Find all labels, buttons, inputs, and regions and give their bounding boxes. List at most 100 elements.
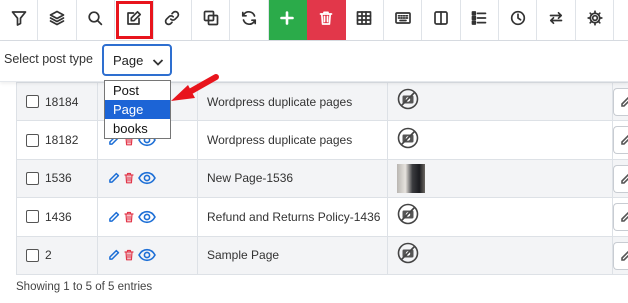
keyboard-button[interactable] <box>383 0 423 40</box>
trash-icon[interactable] <box>124 249 134 261</box>
image-cell <box>388 83 613 121</box>
delete-button[interactable] <box>307 0 346 40</box>
row-checkbox[interactable] <box>26 210 39 224</box>
id-cell: 18182 <box>17 121 98 159</box>
no-image-icon <box>397 88 419 115</box>
swap-button[interactable] <box>537 0 576 40</box>
edit-cell <box>613 160 628 197</box>
entries-info: Showing 1 to 5 of 5 entries <box>16 281 153 293</box>
filter-icon <box>11 10 27 31</box>
id-cell: 2 <box>17 236 98 274</box>
id-cell: 1536 <box>17 159 98 198</box>
row-title: Wordpress duplicate pages <box>198 121 388 159</box>
annotation-arrow <box>171 74 219 101</box>
table-view-button[interactable] <box>345 0 384 40</box>
row-title: Wordpress duplicate pages <box>198 83 388 121</box>
search-icon <box>87 10 103 31</box>
row-checkbox[interactable] <box>26 248 39 262</box>
row-title: Sample Page <box>198 236 388 274</box>
row-title: Refund and Returns Policy-1436 <box>198 198 388 236</box>
row-title: New Page-1536 <box>198 159 388 198</box>
trash-icon <box>318 10 334 31</box>
eye-icon[interactable] <box>138 210 156 224</box>
chevron-down-icon <box>152 55 164 66</box>
link-button[interactable] <box>153 0 192 40</box>
columns-icon <box>433 10 449 31</box>
swap-icon <box>548 10 564 31</box>
edit-icon <box>126 10 142 31</box>
plus-icon <box>279 10 295 31</box>
trash-icon[interactable] <box>124 172 134 184</box>
search-button[interactable] <box>76 0 116 40</box>
thumbnail-image <box>397 163 425 193</box>
row-checkbox[interactable] <box>26 95 39 109</box>
row-id: 1436 <box>45 209 72 224</box>
keyboard-icon <box>394 10 411 31</box>
duplicate-icon <box>203 10 219 31</box>
refresh-button[interactable] <box>230 0 269 40</box>
row-edit-button[interactable] <box>613 164 628 193</box>
row-checkbox[interactable] <box>26 171 39 185</box>
row-id: 1536 <box>45 171 72 186</box>
image-cell <box>388 236 613 274</box>
table-row: 1536 New Page-1536 <box>17 159 628 199</box>
post-type-select[interactable]: Page <box>102 44 172 76</box>
list-icon <box>471 10 487 31</box>
duplicate-button[interactable] <box>191 0 231 40</box>
image-cell <box>388 159 613 198</box>
actions-cell <box>98 198 198 236</box>
dropdown-option-page[interactable]: Page <box>105 100 170 119</box>
no-image-icon <box>397 203 419 230</box>
table-icon <box>356 10 372 31</box>
columns-button[interactable] <box>422 0 461 40</box>
row-edit-button[interactable] <box>613 126 628 155</box>
post-type-selected-value: Page <box>113 53 144 68</box>
id-cell: 18184 <box>17 83 98 121</box>
dropdown-option-books[interactable]: books <box>105 119 170 138</box>
row-checkbox[interactable] <box>26 133 39 147</box>
image-cell <box>388 198 613 236</box>
settings-button[interactable] <box>575 0 615 40</box>
pencil-icon[interactable] <box>108 211 120 223</box>
edit-button[interactable] <box>115 0 154 40</box>
row-edit-button[interactable] <box>613 203 628 232</box>
eye-icon[interactable] <box>138 248 156 262</box>
row-edit-button[interactable] <box>613 241 628 270</box>
edit-cell <box>613 121 628 158</box>
list-button[interactable] <box>460 0 500 40</box>
post-type-label: Select post type <box>4 52 93 66</box>
no-image-icon <box>397 242 419 269</box>
eye-icon[interactable] <box>138 171 156 185</box>
add-button[interactable] <box>268 0 308 40</box>
post-type-panel: Select post type Page <box>0 41 628 82</box>
edit-cell <box>613 237 628 274</box>
post-type-dropdown: Post Page books <box>104 80 171 139</box>
row-id: 18182 <box>45 133 79 148</box>
id-cell: 1436 <box>17 198 98 236</box>
layers-icon <box>49 10 65 31</box>
toolbar <box>0 0 628 41</box>
history-button[interactable] <box>499 0 538 40</box>
pencil-icon[interactable] <box>108 249 120 261</box>
image-cell <box>388 121 613 159</box>
refresh-icon <box>241 10 257 31</box>
link-icon <box>164 10 180 31</box>
row-edit-button[interactable] <box>613 88 628 116</box>
table-row: 2 Sample Page <box>17 236 628 275</box>
dropdown-option-post[interactable]: Post <box>105 81 170 100</box>
edit-cell <box>613 83 628 120</box>
layers-button[interactable] <box>38 0 77 40</box>
trash-icon[interactable] <box>124 211 134 223</box>
edit-cell <box>613 198 628 235</box>
pencil-icon[interactable] <box>108 172 120 184</box>
row-id: 2 <box>45 248 52 263</box>
stage: Select post type Page 18184 Wordpress du… <box>0 0 628 303</box>
no-image-icon <box>397 127 419 154</box>
table-row: 1436 Refund and Returns Policy-1436 <box>17 198 628 237</box>
filter-button[interactable] <box>0 0 39 40</box>
actions-cell <box>98 236 198 274</box>
actions-cell <box>98 159 198 198</box>
row-id: 18184 <box>45 94 79 109</box>
gear-icon <box>586 9 603 31</box>
clock-icon <box>510 10 526 31</box>
